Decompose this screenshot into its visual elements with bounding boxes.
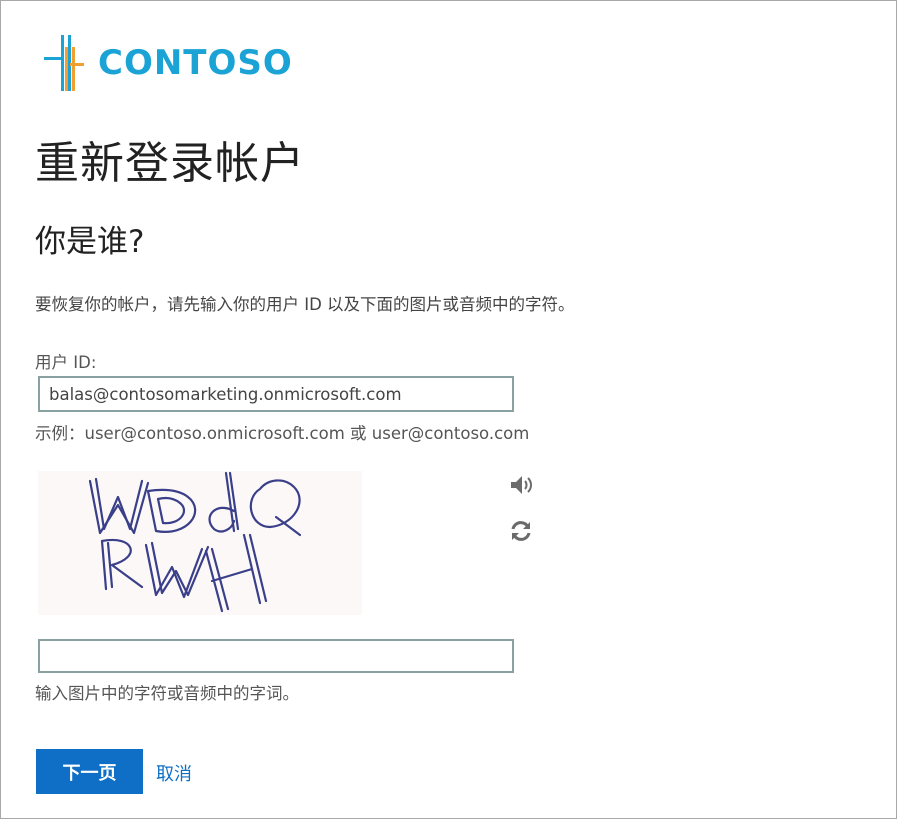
page-subtitle: 你是谁? xyxy=(35,224,145,260)
user-id-label: 用户 ID: xyxy=(35,353,97,372)
page-description: 要恢复你的帐户，请先输入你的用户 ID 以及下面的图片或音频中的字符。 xyxy=(35,295,575,314)
page-title: 重新登录帐户 xyxy=(35,138,305,189)
speaker-icon[interactable] xyxy=(509,473,533,497)
next-button[interactable]: 下一页 xyxy=(36,749,143,794)
recovery-dialog: CONTOSO 重新登录帐户 你是谁? 要恢复你的帐户，请先输入你的用户 ID … xyxy=(0,0,897,819)
user-id-example: 示例：user@contoso.onmicrosoft.com 或 user@c… xyxy=(35,424,530,443)
captcha-hint: 输入图片中的字符或音频中的字词。 xyxy=(35,684,299,703)
refresh-icon[interactable] xyxy=(509,519,533,543)
logo-wordmark: CONTOSO xyxy=(98,43,293,83)
cancel-link[interactable]: 取消 xyxy=(156,760,192,786)
contoso-logo-icon xyxy=(44,35,84,91)
captcha-input[interactable] xyxy=(38,639,514,673)
contoso-logo: CONTOSO xyxy=(44,35,292,93)
user-id-input[interactable] xyxy=(38,376,514,412)
captcha-image xyxy=(38,471,362,615)
